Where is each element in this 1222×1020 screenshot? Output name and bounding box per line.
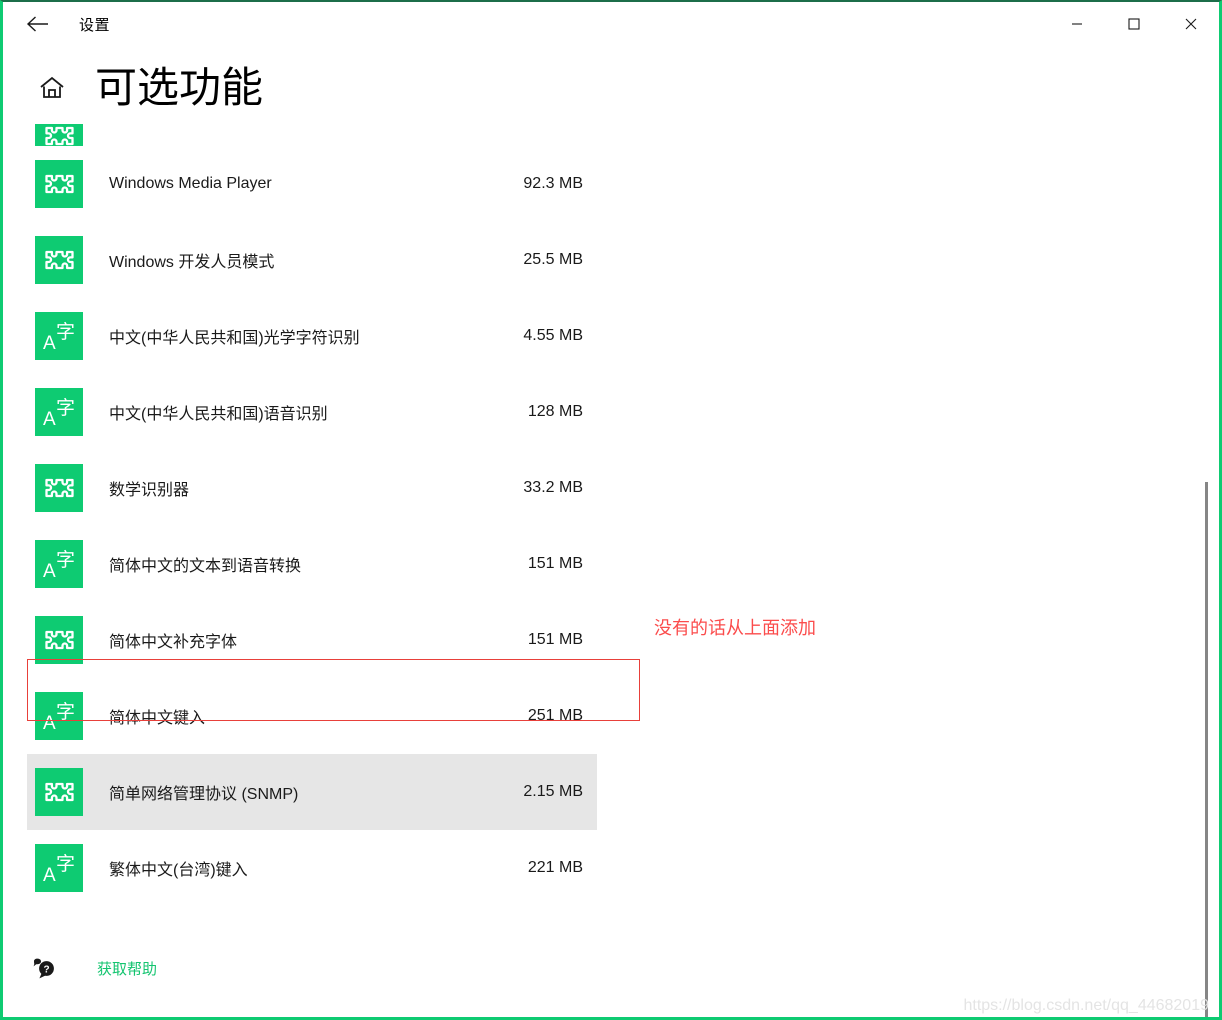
svg-text:字: 字 <box>56 701 75 723</box>
puzzle-piece-glyph-icon <box>45 630 74 650</box>
back-arrow-icon <box>26 16 48 32</box>
title-bar: 设置 <box>3 2 1219 46</box>
feature-name: 简体中文键入 <box>109 710 206 727</box>
feature-name: 简体中文的文本到语音转换 <box>109 558 302 575</box>
feature-size: 251 MB <box>527 707 583 724</box>
svg-text:字: 字 <box>56 397 75 419</box>
puzzle-icon <box>35 160 83 208</box>
feature-name: 中文(中华人民共和国)语音识别 <box>109 406 328 423</box>
feature-size: 221 MB <box>527 859 583 876</box>
feature-size: 151 MB <box>527 631 583 648</box>
maximize-icon <box>1127 18 1140 30</box>
puzzle-piece-glyph-icon <box>45 126 74 146</box>
back-button[interactable] <box>15 8 61 40</box>
puzzle-piece-glyph-icon <box>45 478 74 498</box>
page-title: 可选功能 <box>95 64 264 111</box>
feature-name: 数学识别器 <box>109 482 190 499</box>
puzzle-piece-glyph-icon <box>45 174 74 194</box>
watermark: https://blog.csdn.net/qq_44682019 <box>963 997 1209 1014</box>
help-chat-glyph-icon: ? <box>33 958 54 979</box>
language-icon: A字 <box>35 692 83 740</box>
feature-name: Windows Media Player <box>109 175 272 192</box>
feature-name: 中文(中华人民共和国)光学字符识别 <box>109 330 360 347</box>
feature-row[interactable]: A 字 中文(中华人民共和国)语音识别 128 MB <box>3 374 1219 450</box>
scrollbar-track[interactable] <box>1204 112 1210 1017</box>
feature-name: 简单网络管理协议 (SNMP) <box>109 786 299 803</box>
language-icon: A字 <box>35 312 83 360</box>
get-help-label: 获取帮助 <box>97 960 158 978</box>
svg-text:A: A <box>43 865 56 886</box>
language-icon: A字 <box>35 844 83 892</box>
feature-name: 繁体中文(台湾)键入 <box>109 862 248 879</box>
annotation-text: 没有的话从上面添加 <box>654 618 816 638</box>
feature-size: 128 MB <box>527 403 583 420</box>
svg-text:A: A <box>43 333 56 354</box>
minimize-button[interactable] <box>1048 2 1105 46</box>
svg-text:字: 字 <box>56 853 75 875</box>
feature-row-selected[interactable]: 简单网络管理协议 (SNMP) 2.15 MB <box>3 754 1219 830</box>
feature-size: 2.15 MB <box>523 783 583 800</box>
feature-row[interactable]: 数学识别器 33.2 MB <box>3 450 1219 526</box>
settings-window: 设置 可选功能 Windows Media Player 92.3 MB Win… <box>0 0 1222 1020</box>
language-icon: A字 <box>35 388 83 436</box>
caption-button-group <box>1048 2 1219 46</box>
home-glyph-icon <box>40 76 64 98</box>
language-glyph-icon: A字 <box>43 397 75 430</box>
feature-row[interactable]: A 字 简体中文的文本到语音转换 151 MB <box>3 526 1219 602</box>
feature-size: 92.3 MB <box>523 175 583 192</box>
feature-size: 4.55 MB <box>523 327 583 344</box>
close-button[interactable] <box>1162 2 1219 46</box>
language-glyph-icon: A字 <box>43 321 75 354</box>
puzzle-icon <box>35 464 83 512</box>
svg-text:字: 字 <box>56 321 75 343</box>
page-header: 可选功能 <box>3 52 1219 124</box>
feature-row[interactable]: A 字 中文(中华人民共和国)光学字符识别 4.55 MB <box>3 298 1219 374</box>
puzzle-piece-glyph-icon <box>45 782 74 802</box>
puzzle-piece-glyph-icon <box>45 250 74 270</box>
scrollbar-thumb[interactable] <box>1205 482 1208 1017</box>
language-icon: A字 <box>35 540 83 588</box>
svg-text:字: 字 <box>56 549 75 571</box>
get-help-link[interactable]: ? 获取帮助 <box>30 957 157 979</box>
feature-name: 简体中文补充字体 <box>109 634 238 651</box>
language-glyph-icon: A字 <box>43 853 75 886</box>
svg-text:?: ? <box>43 964 49 975</box>
home-icon[interactable] <box>29 76 75 100</box>
puzzle-icon <box>35 768 83 816</box>
svg-text:A: A <box>43 409 56 430</box>
app-title: 设置 <box>79 16 111 34</box>
feature-row[interactable]: Windows 开发人员模式 25.5 MB <box>3 222 1219 298</box>
svg-text:A: A <box>43 561 56 582</box>
minimize-icon <box>1071 23 1082 25</box>
list-inner: Windows Media Player 92.3 MB Windows 开发人员模… <box>3 112 1219 906</box>
puzzle-icon <box>35 236 83 284</box>
feature-row[interactable]: A 字 简体中文键入 251 MB <box>3 678 1219 754</box>
language-glyph-icon: A字 <box>43 549 75 582</box>
feature-size: 25.5 MB <box>523 251 583 268</box>
feature-row[interactable]: Windows Media Player 92.3 MB <box>3 146 1219 222</box>
feature-size: 33.2 MB <box>523 479 583 496</box>
language-glyph-icon: A字 <box>43 701 75 734</box>
maximize-button[interactable] <box>1105 2 1162 46</box>
puzzle-icon <box>35 616 83 664</box>
svg-text:A: A <box>43 713 56 734</box>
close-icon <box>1185 18 1196 30</box>
feature-name: Windows 开发人员模式 <box>109 254 275 271</box>
feature-row[interactable]: A 字 繁体中文(台湾)键入 221 MB <box>3 830 1219 906</box>
feature-row[interactable]: 简体中文补充字体 151 MB <box>3 602 1219 678</box>
feature-size: 151 MB <box>527 555 583 572</box>
optional-features-list[interactable]: Windows Media Player 92.3 MB Windows 开发人员模… <box>3 112 1219 922</box>
help-chat-icon: ? <box>30 957 60 979</box>
